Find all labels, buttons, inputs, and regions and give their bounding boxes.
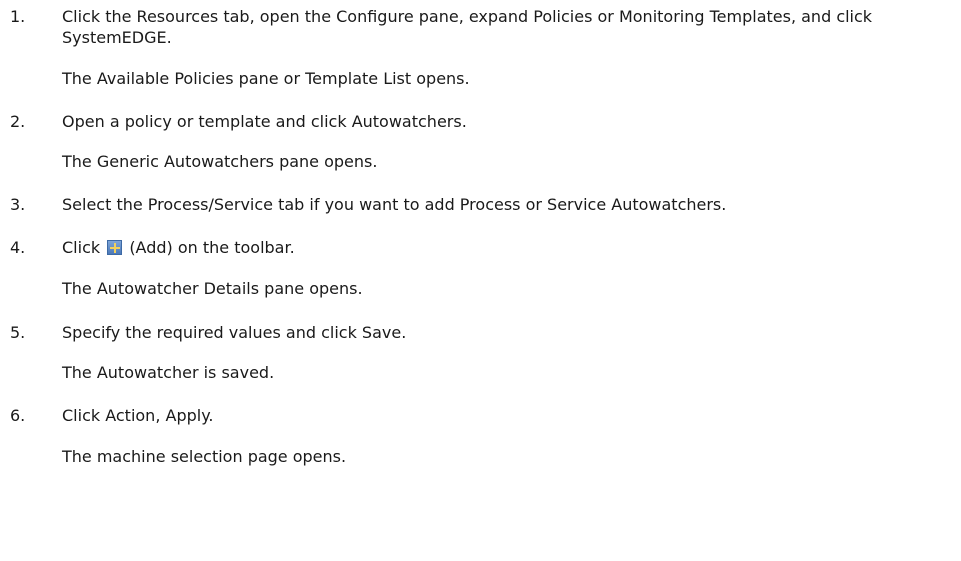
add-icon (107, 240, 123, 255)
step-result: The Autowatcher Details pane opens. (62, 279, 363, 298)
step-number: 5. (10, 323, 26, 342)
step-instruction: Click Action, Apply. (62, 406, 214, 425)
step-result: The Generic Autowatchers pane opens. (62, 152, 378, 171)
step-instruction-end: (Add) on the toolbar. (129, 238, 295, 257)
step-result: The machine selection page opens. (62, 447, 347, 466)
step-instruction-start: Click (62, 238, 101, 257)
step-instruction: Open a policy or template and click Auto… (62, 112, 467, 131)
step-instruction: Select the Process/Service tab if you wa… (62, 195, 727, 214)
step-number: 6. (10, 406, 26, 425)
step-number: 2. (10, 112, 26, 131)
step-2: 2. Open a policy or template and click A… (10, 111, 955, 132)
step-result: The Autowatcher is saved. (62, 363, 275, 382)
step-number: 3. (10, 195, 26, 214)
step-4: 4. Click (Add) on the toolbar. (10, 237, 955, 258)
step-6: 6. Click Action, Apply. (10, 405, 955, 426)
step-instruction: Specify the required values and click Sa… (62, 323, 407, 342)
step-3: 3. Select the Process/Service tab if you… (10, 194, 955, 215)
step-number: 4. (10, 238, 26, 257)
step-result: The Available Policies pane or Template … (62, 69, 470, 88)
step-1: 1. Click the Resources tab, open the Con… (10, 6, 955, 48)
step-number: 1. (10, 7, 26, 26)
step-instruction: Click the Resources tab, open the Config… (62, 7, 873, 47)
step-5: 5. Specify the required values and click… (10, 322, 955, 343)
step-instruction: Click (Add) on the toolbar. (62, 237, 955, 258)
